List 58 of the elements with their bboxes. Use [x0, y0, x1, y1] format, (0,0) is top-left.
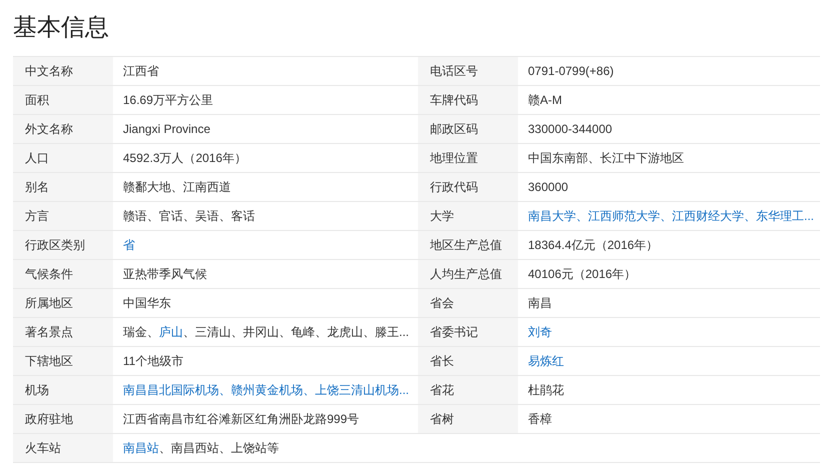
field-value: 11个地级市	[123, 352, 184, 370]
field-label: 外文名称	[13, 115, 113, 143]
field-label: 火车站	[13, 434, 113, 462]
field-label: 电话区号	[418, 57, 518, 85]
field-label: 气候条件	[13, 260, 113, 288]
link[interactable]: 庐山	[159, 324, 183, 340]
field-value: 330000-344000	[528, 122, 612, 136]
field-value: 4592.3万人（2016年）	[123, 150, 246, 166]
field-label: 邮政区码	[418, 115, 518, 143]
field-value: 360000	[528, 180, 568, 194]
field-value: 瑞金、	[123, 324, 159, 340]
field-value: 赣鄱大地、江南西道	[123, 178, 231, 196]
field-label: 省长	[418, 347, 518, 375]
field-label: 省树	[418, 405, 518, 433]
link[interactable]: 刘奇	[528, 324, 552, 340]
field-label: 著名景点	[13, 318, 113, 346]
field-label: 省会	[418, 289, 518, 317]
field-label: 省委书记	[418, 318, 518, 346]
field-label: 中文名称	[13, 57, 113, 85]
field-value: 赣语、官话、吴语、客话	[123, 208, 255, 224]
field-value: 南昌	[528, 294, 552, 312]
field-value: 亚热带季风气候	[123, 266, 207, 282]
field-label: 人均生产总值	[418, 260, 518, 288]
field-label: 面积	[13, 86, 113, 114]
field-value: 16.69万平方公里	[123, 92, 214, 108]
field-value: 江西省	[123, 62, 159, 80]
field-label: 行政代码	[418, 173, 518, 201]
link[interactable]: 易炼红	[528, 352, 564, 370]
field-label: 所属地区	[13, 289, 113, 317]
field-label: 地区生产总值	[418, 231, 518, 259]
field-value: Jiangxi Province	[123, 122, 210, 136]
field-value: 中国华东	[123, 294, 171, 312]
link[interactable]: 省	[123, 236, 135, 254]
field-value: 、南昌西站、上饶站等	[159, 440, 279, 456]
field-label: 别名	[13, 173, 113, 201]
section-title: 基本信息	[13, 13, 110, 43]
field-label: 行政区类别	[13, 231, 113, 259]
field-label: 大学	[418, 202, 518, 230]
field-value: 香樟	[528, 410, 552, 428]
field-label: 车牌代码	[418, 86, 518, 114]
field-value: 江西省南昌市红谷滩新区红角洲卧龙路999号	[123, 410, 360, 428]
field-value: 40106元（2016年）	[528, 266, 636, 282]
field-value: 18364.4亿元（2016年）	[528, 236, 658, 254]
field-value: 0791-0799(+86)	[528, 64, 614, 78]
field-label: 地理位置	[418, 144, 518, 172]
field-label: 政府驻地	[13, 405, 113, 433]
field-label: 方言	[13, 202, 113, 230]
link[interactable]: 南昌站	[123, 440, 159, 456]
field-value: 杜鹃花	[528, 382, 564, 398]
field-value: 中国东南部、长江中下游地区	[528, 150, 684, 166]
field-label: 人口	[13, 144, 113, 172]
field-value: 赣A-M	[528, 92, 562, 108]
field-label: 省花	[418, 376, 518, 404]
link[interactable]: 南昌昌北国际机场、赣州黄金机场、上饶三清山机场...	[123, 382, 410, 398]
field-value: 、三清山、井冈山、龟峰、龙虎山、滕王...	[183, 324, 410, 340]
field-label: 下辖地区	[13, 347, 113, 375]
link[interactable]: 南昌大学、江西师范大学、江西财经大学、东华理工...	[528, 208, 814, 224]
field-label: 机场	[13, 376, 113, 404]
